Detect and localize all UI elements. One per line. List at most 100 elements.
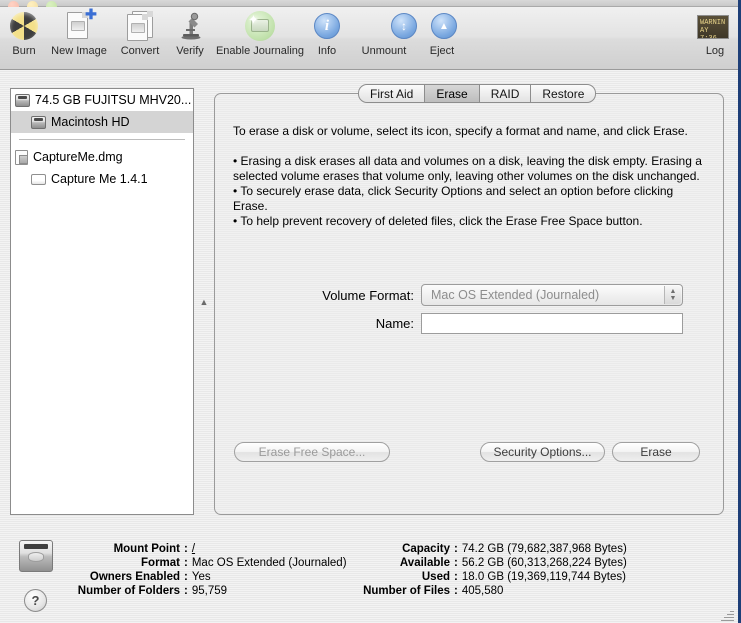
chevron-updown-icon[interactable]: ▲ ▼ xyxy=(664,286,681,304)
toolbar-button-verify[interactable]: Verify xyxy=(166,10,214,57)
erase-tab-panel: To erase a disk or volume, select its ic… xyxy=(214,93,724,515)
info-row-used: Used : 18.0 GB (19,369,119,744 Bytes) xyxy=(345,570,627,584)
toolbar-button-enable-journaling[interactable]: ✦ Enable Journaling xyxy=(214,10,306,57)
volume-name-row: Name: xyxy=(233,313,703,334)
toolbar-button-new-image[interactable]: ✚ New Image xyxy=(44,7,114,57)
info-key: Available xyxy=(399,557,450,569)
volume-format-label: Volume Format: xyxy=(322,287,414,303)
info-value-mount-point[interactable]: / xyxy=(192,542,195,556)
info-row-mount-point: Mount Point : / xyxy=(60,542,347,556)
sidebar-item-label: CaptureMe.dmg xyxy=(33,150,123,164)
info-left-column: Mount Point : / Format : Mac OS Extended… xyxy=(60,542,347,598)
info-value-used: 18.0 GB (19,369,119,744 Bytes) xyxy=(461,571,626,583)
sidebar-item-label: Capture Me 1.4.1 xyxy=(51,172,148,186)
log-thumb-line-1: WARNIN xyxy=(700,19,726,27)
info-value-owners-enabled: Yes xyxy=(191,571,211,583)
info-key: Number of Files xyxy=(363,585,450,597)
info-row-available: Available : 56.2 GB (60,313,268,224 Byte… xyxy=(345,556,627,570)
tab-bar: First Aid Erase RAID Restore xyxy=(358,84,597,103)
info-key: Mount Point xyxy=(113,543,180,555)
erase-bullet-1: • Erasing a disk erases all data and vol… xyxy=(233,154,702,183)
erase-instructions: To erase a disk or volume, select its ic… xyxy=(233,124,711,229)
tab-label: First Aid xyxy=(370,86,414,101)
info-value-capacity: 74.2 GB (79,682,387,968 Bytes) xyxy=(461,543,627,555)
info-row-owners-enabled: Owners Enabled : Yes xyxy=(60,570,347,584)
info-row-format: Format : Mac OS Extended (Journaled) xyxy=(60,556,347,570)
erase-bullet-list: • Erasing a disk erases all data and vol… xyxy=(233,154,711,229)
toolbar-button-unmount[interactable]: ↕ Unmount xyxy=(348,10,420,57)
sparkle-glyph: ✦ xyxy=(248,12,259,27)
sidebar-item-label: 74.5 GB FUJITSU MHV20... xyxy=(35,93,192,107)
verify-microscope-icon xyxy=(174,10,206,42)
help-button[interactable]: ? xyxy=(24,589,47,612)
toolbar-label-convert: Convert xyxy=(120,45,160,57)
unmount-icon: ↕ xyxy=(368,10,417,42)
sidebar-splitter-handle[interactable]: ▲ xyxy=(198,296,210,308)
info-row-number-of-files: Number of Files : 405,580 xyxy=(345,584,627,598)
tab-label: RAID xyxy=(490,86,520,101)
eject-icon: ▲ xyxy=(426,10,458,42)
info-key: Used xyxy=(421,571,450,583)
toolbar-label-eject: Eject xyxy=(429,45,455,57)
new-image-icon: ✚ xyxy=(63,7,97,42)
volume-format-row: Volume Format: Mac OS Extended (Journale… xyxy=(233,284,703,306)
info-key: Capacity xyxy=(402,543,450,555)
toolbar-label-burn: Burn xyxy=(12,45,36,57)
info-glyph: i xyxy=(314,13,340,39)
sidebar-item-captureme-dmg[interactable]: CaptureMe.dmg xyxy=(11,146,193,168)
tab-restore[interactable]: Restore xyxy=(531,84,597,103)
info-value-available: 56.2 GB (60,313,268,224 Bytes) xyxy=(461,557,627,569)
hard-disk-icon xyxy=(31,115,46,129)
sidebar-divider xyxy=(19,139,185,140)
info-key: Format xyxy=(141,557,180,569)
disk-list-sidebar[interactable]: 74.5 GB FUJITSU MHV20... Macintosh HD Ca… xyxy=(10,88,194,515)
info-icon: i xyxy=(311,10,343,42)
window-resize-grip[interactable] xyxy=(720,608,734,622)
tab-raid[interactable]: RAID xyxy=(479,84,532,103)
sidebar-item-capture-me-volume[interactable]: Capture Me 1.4.1 xyxy=(11,168,193,190)
security-options-button[interactable]: Security Options... xyxy=(480,442,605,462)
sidebar-item-label: Macintosh HD xyxy=(51,115,130,129)
unmount-glyph: ↕ xyxy=(391,13,417,39)
info-row-number-of-folders: Number of Folders : 95,759 xyxy=(60,584,347,598)
tab-erase[interactable]: Erase xyxy=(425,84,480,103)
erase-bullet-3: • To help prevent recovery of deleted fi… xyxy=(233,214,643,228)
burn-icon xyxy=(8,10,40,42)
toolbar-button-convert[interactable]: Convert xyxy=(114,10,166,57)
selected-volume-disk-icon xyxy=(19,540,53,572)
toolbar-label-enable-journaling: Enable Journaling xyxy=(215,45,305,57)
erase-button[interactable]: Erase xyxy=(612,442,700,462)
toolbar-label-verify: Verify xyxy=(176,45,204,57)
help-question-icon: ? xyxy=(31,593,40,608)
erase-free-space-button[interactable]: Erase Free Space... xyxy=(234,442,390,462)
toolbar-button-burn[interactable]: Burn xyxy=(4,10,44,57)
log-icon: WARNIN AY 7:36 xyxy=(697,10,733,42)
log-thumb-line-2: AY 7:36 xyxy=(700,27,717,39)
toolbar-button-eject[interactable]: ▲ Eject xyxy=(420,10,464,57)
toolbar-button-info[interactable]: i Info xyxy=(306,10,348,57)
window-titlebar xyxy=(0,0,738,12)
tab-label: Restore xyxy=(542,86,585,101)
toolbar-label-info: Info xyxy=(317,45,337,57)
tab-label: Erase xyxy=(436,86,468,101)
disk-utility-window: Burn ✚ New Image Convert Verify ✦ Enable… xyxy=(0,0,741,623)
toolbar-button-log[interactable]: WARNIN AY 7:36 Log xyxy=(695,10,735,57)
volume-name-label: Name: xyxy=(375,316,414,331)
volume-name-input[interactable] xyxy=(421,313,683,334)
sidebar-item-fujitsu-disk[interactable]: 74.5 GB FUJITSU MHV20... xyxy=(11,89,193,111)
enable-journaling-icon: ✦ xyxy=(244,10,276,42)
info-key: Number of Folders xyxy=(77,585,180,597)
info-row-capacity: Capacity : 74.2 GB (79,682,387,968 Bytes… xyxy=(345,542,627,556)
info-key: Owners Enabled xyxy=(89,571,180,583)
tab-first-aid[interactable]: First Aid xyxy=(358,84,426,103)
volume-icon xyxy=(31,173,46,185)
info-value-number-of-folders: 95,759 xyxy=(191,585,228,597)
eject-glyph: ▲ xyxy=(431,13,457,39)
sidebar-item-macintosh-hd[interactable]: Macintosh HD xyxy=(11,111,193,133)
toolbar: Burn ✚ New Image Convert Verify ✦ Enable… xyxy=(0,7,738,70)
volume-format-popup[interactable]: Mac OS Extended (Journaled) ▲ ▼ xyxy=(421,284,683,306)
microscope-glyph xyxy=(181,12,201,40)
disk-image-icon xyxy=(15,149,28,165)
hard-disk-icon xyxy=(15,93,30,107)
convert-icon xyxy=(124,10,156,42)
